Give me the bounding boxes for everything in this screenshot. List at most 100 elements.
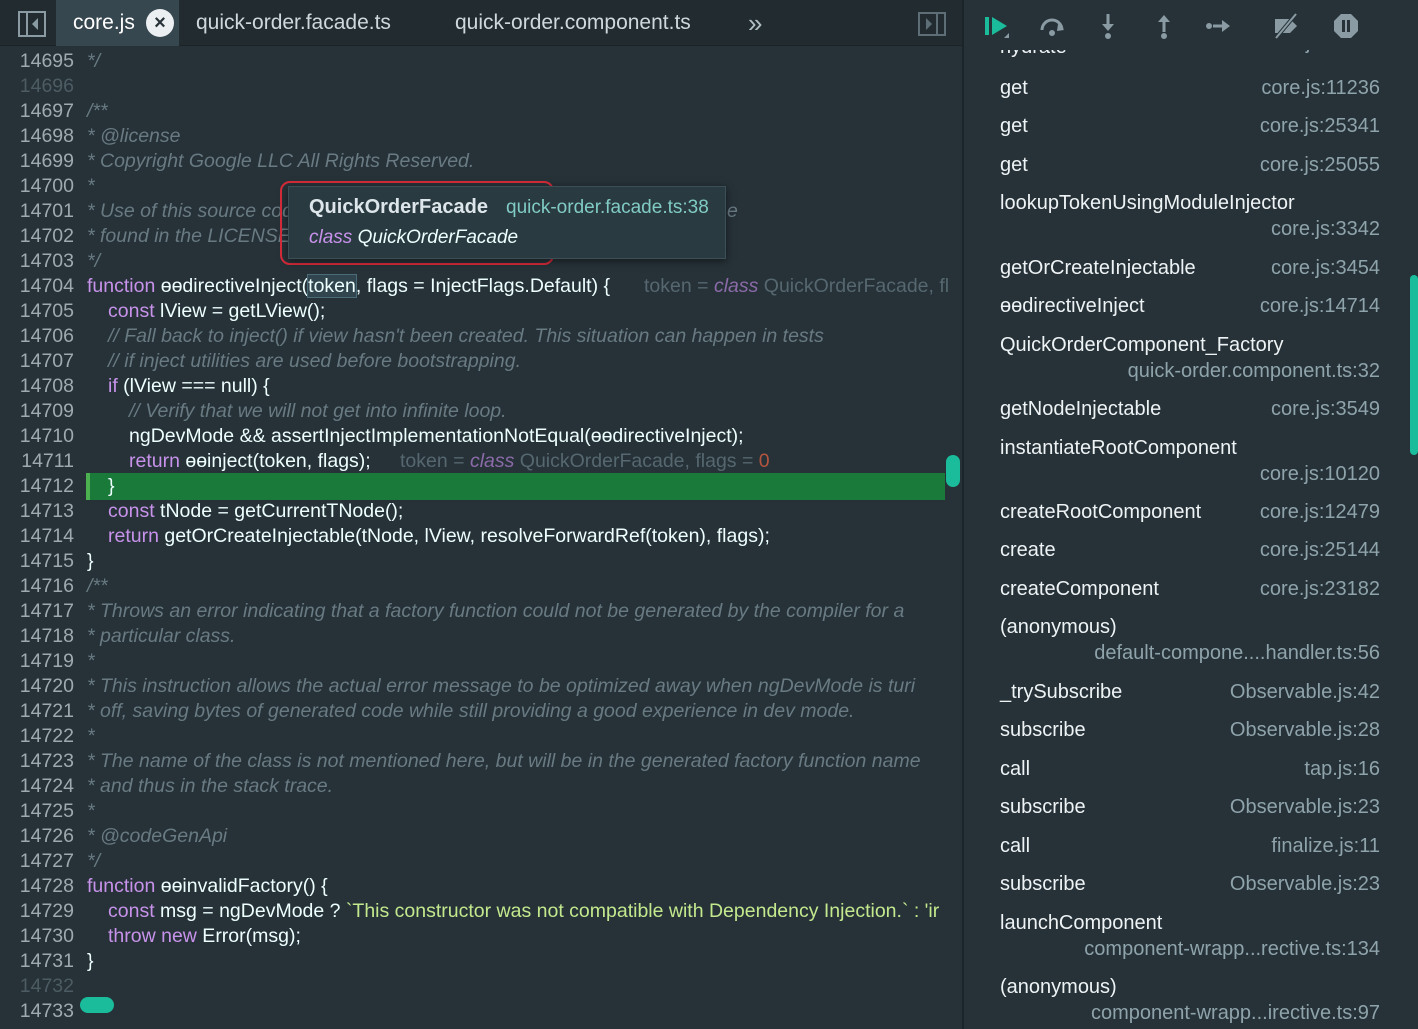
code-line[interactable]: 14699 * Copyright Google LLC All Rights … — [0, 149, 962, 174]
code-line[interactable]: 14718 * particular class. — [0, 624, 962, 649]
code-line[interactable]: 14704 function ɵɵdirectiveInject(token, f… — [0, 274, 962, 299]
line-number[interactable]: 14732 — [0, 974, 74, 999]
code-line[interactable]: 14696 — [0, 74, 962, 99]
code-line[interactable]: 14708 if (lView === null) { — [0, 374, 962, 399]
tooltip-source-link[interactable]: quick-order.facade.ts:38 — [506, 197, 709, 219]
line-number[interactable]: 14711 — [0, 449, 74, 474]
line-number[interactable]: 14728 — [0, 874, 74, 899]
code-line[interactable]: 14710 ngDevMode && assertInjectImplementa… — [0, 424, 962, 449]
code-line[interactable]: 14732 — [0, 974, 962, 999]
vertical-scrollbar-thumb[interactable] — [946, 455, 960, 487]
code-comment: * and thus in the stack trace. — [87, 775, 334, 797]
line-number[interactable]: 14704 — [0, 274, 74, 299]
line-number[interactable]: 14703 — [0, 249, 74, 274]
code-line[interactable]: 14719 * — [0, 649, 962, 674]
code-line[interactable]: 14711 return ɵɵinject(token, flags); token… — [0, 449, 962, 474]
line-number[interactable]: 14717 — [0, 599, 74, 624]
line-number[interactable]: 14695 — [0, 49, 74, 74]
step-over-icon[interactable] — [1038, 12, 1066, 40]
line-number[interactable]: 14697 — [0, 99, 74, 124]
code-line[interactable]: 14707 // if inject utilities are used bef… — [0, 349, 962, 374]
inline-value: token = class QuickOrderFacade, flags = … — [400, 449, 770, 474]
line-number[interactable]: 14707 — [0, 349, 74, 374]
line-number[interactable]: 14727 — [0, 849, 74, 874]
hover-tooltip[interactable]: QuickOrderFacade quick-order.facade.ts:3… — [288, 186, 726, 259]
line-number[interactable]: 14716 — [0, 574, 74, 599]
code-token: msg = ngDevMode ? — [154, 900, 346, 922]
code-line[interactable]: 14716 /** — [0, 574, 962, 599]
tab-core-js[interactable]: core.js × — [56, 0, 179, 46]
line-number[interactable]: 14698 — [0, 124, 74, 149]
debugger-scrollbar-thumb[interactable] — [1410, 275, 1418, 455]
line-number[interactable]: 14720 — [0, 674, 74, 699]
code-line[interactable]: 14698 * @license — [0, 124, 962, 149]
line-number[interactable]: 14712 — [0, 474, 74, 499]
line-number[interactable]: 14725 — [0, 799, 74, 824]
code-line[interactable]: 14705 const lView = getLView(); — [0, 299, 962, 324]
code-line[interactable]: 14709 // Verify that we will not get into… — [0, 399, 962, 424]
code-line[interactable]: 14706 // Fall back to inject() if view ha… — [0, 324, 962, 349]
tab-quick-order-component[interactable]: quick-order.component.ts — [455, 0, 691, 46]
line-number[interactable]: 14702 — [0, 224, 74, 249]
code-text: // Fall back to inject() if view hasn't … — [108, 324, 824, 349]
close-tab-icon[interactable]: × — [146, 9, 174, 37]
code-line[interactable]: 14733 — [0, 999, 962, 1024]
line-number[interactable]: 14700 — [0, 174, 74, 199]
line-number[interactable]: 14722 — [0, 724, 74, 749]
toggle-navigator-icon[interactable] — [18, 11, 46, 37]
code-line[interactable]: 14724 * and thus in the stack trace. — [0, 774, 962, 799]
line-number[interactable]: 14705 — [0, 299, 74, 324]
line-number[interactable]: 14726 — [0, 824, 74, 849]
tab-quick-order-facade[interactable]: quick-order.facade.ts — [196, 0, 391, 46]
code-line[interactable]: 14725 * — [0, 799, 962, 824]
code-line[interactable]: 14714 return getOrCreateInjectable(tNode,… — [0, 524, 962, 549]
line-number[interactable]: 14730 — [0, 924, 74, 949]
code-line[interactable]: 14722 * — [0, 724, 962, 749]
code-line[interactable]: 14727 */ — [0, 849, 962, 874]
line-number[interactable]: 14729 — [0, 899, 74, 924]
code-line[interactable]: 14730 throw new Error(msg); — [0, 924, 962, 949]
code-comment: * found in the LICENSE — [87, 225, 291, 247]
line-number[interactable]: 14701 — [0, 199, 74, 224]
code-line[interactable]: 14720 * This instruction allows the actu… — [0, 674, 962, 699]
line-number[interactable]: 14723 — [0, 749, 74, 774]
line-number[interactable]: 14724 — [0, 774, 74, 799]
step-icon[interactable] — [1204, 12, 1232, 40]
line-number[interactable]: 14714 — [0, 524, 74, 549]
line-number[interactable]: 14708 — [0, 374, 74, 399]
line-number[interactable]: 14733 — [0, 999, 74, 1024]
code-line[interactable]: 14726 * @codeGenApi — [0, 824, 962, 849]
line-number[interactable]: 14721 — [0, 699, 74, 724]
line-number[interactable]: 14710 — [0, 424, 74, 449]
more-tabs-icon[interactable]: » — [748, 0, 762, 46]
deactivate-breakpoints-icon[interactable] — [1272, 12, 1300, 40]
pause-on-exceptions-icon[interactable] — [1332, 12, 1360, 40]
line-number[interactable]: 14706 — [0, 324, 74, 349]
line-number[interactable]: 14731 — [0, 949, 74, 974]
frame-function-name: get — [1000, 154, 1028, 176]
toggle-debugger-icon[interactable] — [918, 12, 946, 36]
line-number[interactable]: 14713 — [0, 499, 74, 524]
code-line[interactable]: 14697 /** — [0, 99, 962, 124]
line-number[interactable]: 14719 — [0, 649, 74, 674]
line-number[interactable]: 14699 — [0, 149, 74, 174]
resume-icon[interactable] — [982, 12, 1010, 40]
code-line[interactable]: 14729 const msg = ngDevMode ? `This const… — [0, 899, 962, 924]
code-line[interactable]: 14721 * off, saving bytes of generated c… — [0, 699, 962, 724]
code-editor[interactable]: core.js × quick-order.facade.ts quick-or… — [0, 0, 962, 1029]
code-line[interactable]: 14723 * The name of the class is not men… — [0, 749, 962, 774]
line-number[interactable]: 14715 — [0, 549, 74, 574]
code-line[interactable]: 14715} — [0, 549, 962, 574]
code-line[interactable]: 14712} — [0, 474, 962, 499]
code-line[interactable]: 14731} — [0, 949, 962, 974]
code-line[interactable]: 14713 const tNode = getCurrentTNode(); — [0, 499, 962, 524]
step-into-icon[interactable] — [1094, 12, 1122, 40]
code-line[interactable]: 14728 function ɵɵinvalidFactory() { — [0, 874, 962, 899]
line-number[interactable]: 14709 — [0, 399, 74, 424]
line-number[interactable]: 14718 — [0, 624, 74, 649]
horizontal-scrollbar-thumb[interactable] — [80, 997, 114, 1013]
code-line[interactable]: 14695 */ — [0, 49, 962, 74]
line-number[interactable]: 14696 — [0, 74, 74, 99]
step-out-icon[interactable] — [1150, 12, 1178, 40]
code-line[interactable]: 14717 * Throws an error indicating that … — [0, 599, 962, 624]
